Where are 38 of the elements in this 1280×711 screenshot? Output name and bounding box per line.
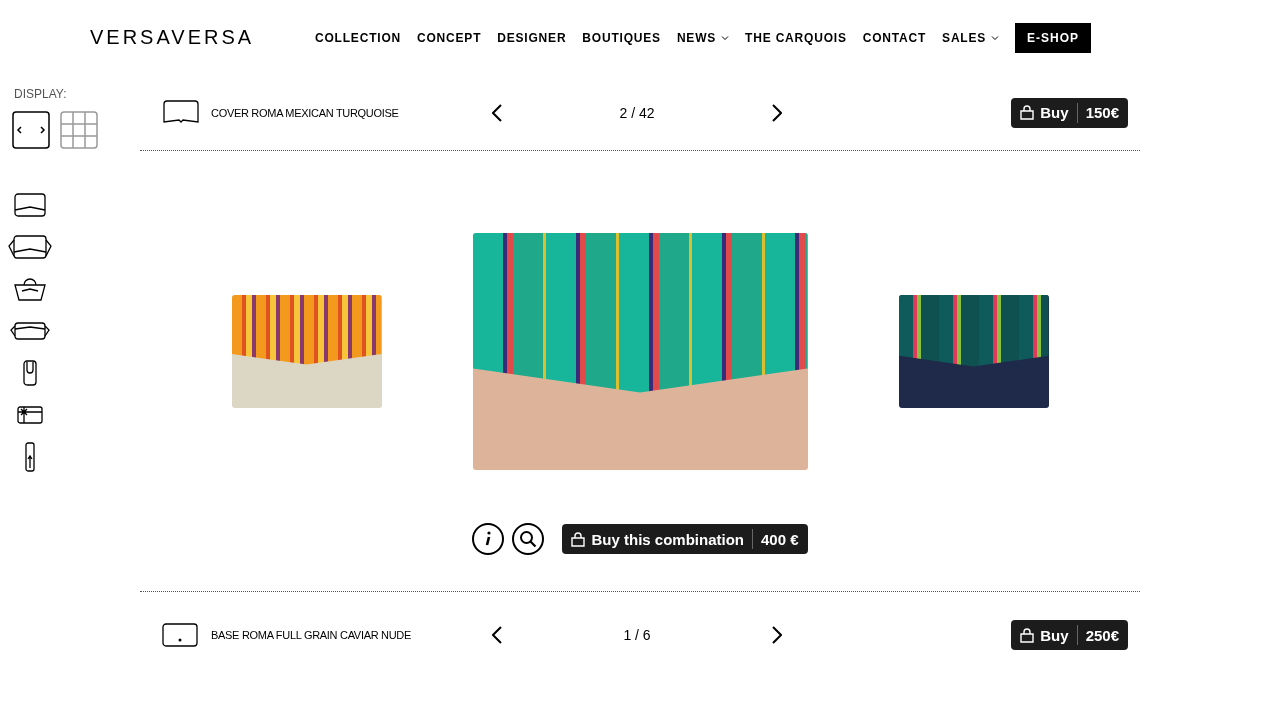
brand-logo[interactable]: VERSAVERSA (90, 26, 315, 49)
display-label: DISPLAY: (14, 87, 68, 101)
nav-link[interactable]: CONCEPT (417, 30, 482, 45)
bag-icon (571, 531, 586, 547)
nav-link[interactable]: DESIGNER (497, 30, 567, 45)
item-counter: 2 / 42 (618, 104, 656, 121)
chevron-right-icon (772, 626, 782, 644)
caret-icon (721, 34, 730, 41)
buy-button[interactable]: Buy 150€ (1011, 97, 1128, 128)
grid-view-button[interactable] (60, 111, 98, 149)
search-icon (519, 530, 538, 548)
strap-icon[interactable] (24, 443, 36, 471)
basket-bag-icon[interactable] (13, 275, 47, 303)
nav-link[interactable]: BOUTIQUES (582, 30, 661, 45)
product-name: BASE ROMA FULL GRAIN CAVIAR NUDE (211, 629, 413, 641)
carousel-view-button[interactable] (12, 111, 50, 149)
chevron-left-icon (492, 103, 502, 122)
nav-link[interactable]: THE CARQUOIS (745, 30, 847, 45)
clutch-icon[interactable] (13, 191, 47, 219)
caret-icon (991, 34, 1000, 41)
product-name: COVER ROMA MEXICAN TURQUOISE (211, 106, 400, 119)
bag-icon (1020, 105, 1035, 120)
info-button[interactable] (472, 523, 505, 555)
nav-link[interactable]: NEWS (676, 30, 730, 45)
buy-button[interactable]: Buy 250€ (1011, 620, 1128, 650)
chevron-left-icon (492, 626, 502, 644)
chevron-right-icon (772, 103, 782, 122)
nav-link[interactable]: CONTACT (862, 30, 927, 45)
eshop-button[interactable]: E-SHOP (1015, 22, 1092, 53)
bag-icon (1020, 627, 1035, 643)
nav-link[interactable]: SALES (942, 30, 1000, 45)
info-icon (484, 531, 493, 547)
phone-case-icon[interactable] (22, 359, 38, 387)
buy-combination-button[interactable]: Buy this combination 400 € (562, 524, 808, 554)
zoom-button[interactable] (512, 523, 545, 555)
nav-link[interactable]: COLLECTION (315, 30, 401, 45)
handbag-icon[interactable] (7, 233, 53, 261)
item-counter: 1 / 6 (622, 627, 652, 643)
